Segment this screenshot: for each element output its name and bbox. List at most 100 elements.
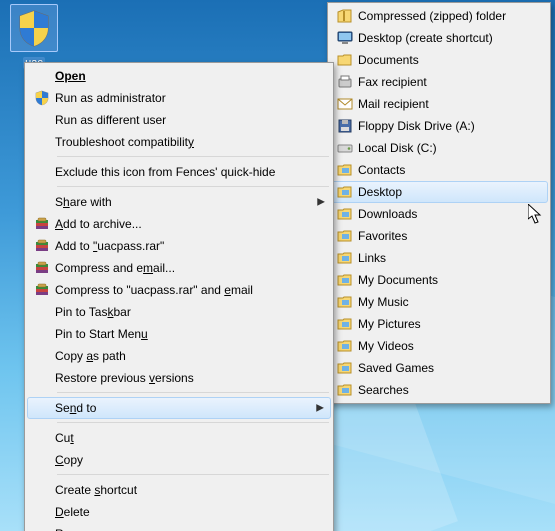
send-to-item-fax-recipient[interactable]: Fax recipient (330, 71, 548, 93)
menu-item-share-with[interactable]: Share with ▶ (27, 191, 331, 213)
send-to-item-downloads[interactable]: Downloads (330, 203, 548, 225)
folder-sp-icon (332, 360, 358, 376)
menu-item-label: Copy as path (55, 349, 313, 363)
floppy-icon (332, 118, 358, 134)
folder-sp-icon (332, 206, 358, 222)
menu-item-label: Compress and email... (55, 261, 313, 275)
menu-item-label: Run as administrator (55, 91, 313, 105)
folder-sp-icon (332, 294, 358, 310)
menu-item-label: Pin to Taskbar (55, 305, 313, 319)
send-to-item-desktop[interactable]: Desktop (330, 181, 548, 203)
send-to-item-label: My Music (358, 295, 530, 309)
desktop-icon (332, 30, 358, 46)
menu-separator (57, 156, 329, 158)
send-to-item-saved-games[interactable]: Saved Games (330, 357, 548, 379)
winrar-icon (34, 260, 50, 276)
folder-sp-icon (332, 272, 358, 288)
menu-item-label: Send to (55, 401, 313, 415)
send-to-item-label: Local Disk (C:) (358, 141, 530, 155)
menu-item-cut[interactable]: Cut (27, 427, 331, 449)
menu-item-pin-start[interactable]: Pin to Start Menu (27, 323, 331, 345)
send-to-item-label: Downloads (358, 207, 530, 221)
menu-item-rename[interactable]: Rename (27, 523, 331, 531)
send-to-item-documents[interactable]: Documents (330, 49, 548, 71)
menu-item-compress-email[interactable]: Compress and email... (27, 257, 331, 279)
menu-item-open[interactable]: Open (27, 65, 331, 87)
send-to-item-favorites[interactable]: Favorites (330, 225, 548, 247)
winrar-icon (34, 282, 50, 298)
send-to-item-label: Desktop (create shortcut) (358, 31, 530, 45)
folder-icon (332, 52, 358, 68)
chevron-right-icon: ▶ (317, 197, 325, 208)
menu-item-exclude-fences[interactable]: Exclude this icon from Fences' quick-hid… (27, 161, 331, 183)
send-to-item-my-videos[interactable]: My Videos (330, 335, 548, 357)
folder-sp-icon (332, 162, 358, 178)
menu-item-label: Open (55, 69, 86, 83)
menu-item-run-as-admin[interactable]: Run as administrator (27, 87, 331, 109)
menu-item-label: Compress to "uacpass.rar" and email (55, 283, 313, 297)
menu-item-label: Add to "uacpass.rar" (55, 239, 313, 253)
shield-icon (34, 90, 50, 106)
send-to-item-floppy-disk-drive-a[interactable]: Floppy Disk Drive (A:) (330, 115, 548, 137)
menu-item-send-to[interactable]: Send to ▶ (27, 397, 331, 419)
menu-item-pin-taskbar[interactable]: Pin to Taskbar (27, 301, 331, 323)
send-to-item-mail-recipient[interactable]: Mail recipient (330, 93, 548, 115)
zip-icon (332, 8, 358, 24)
send-to-item-contacts[interactable]: Contacts (330, 159, 548, 181)
send-to-item-compressed-zipped-folder[interactable]: Compressed (zipped) folder (330, 5, 548, 27)
send-to-item-label: Searches (358, 383, 530, 397)
menu-item-label: Delete (55, 505, 313, 519)
fax-icon (332, 74, 358, 90)
send-to-item-label: Fax recipient (358, 75, 530, 89)
menu-item-compress-rar-email[interactable]: Compress to "uacpass.rar" and email (27, 279, 331, 301)
shield-icon (14, 8, 54, 48)
send-to-item-label: Documents (358, 53, 530, 67)
send-to-item-searches[interactable]: Searches (330, 379, 548, 401)
menu-item-run-as-different-user[interactable]: Run as different user (27, 109, 331, 131)
folder-sp-icon (332, 184, 358, 200)
send-to-item-label: My Videos (358, 339, 530, 353)
menu-item-label: Create shortcut (55, 483, 313, 497)
menu-item-copy[interactable]: Copy (27, 449, 331, 471)
menu-separator (57, 186, 329, 188)
context-menu: Open Run as administrator Run as differe… (24, 62, 334, 531)
send-to-item-label: My Pictures (358, 317, 530, 331)
menu-item-label: Copy (55, 453, 313, 467)
winrar-icon (34, 238, 50, 254)
send-to-item-label: Desktop (358, 185, 530, 199)
folder-sp-icon (332, 250, 358, 266)
menu-item-label: Rename (55, 527, 313, 531)
menu-separator (57, 422, 329, 424)
menu-item-label: Restore previous versions (55, 371, 313, 385)
folder-sp-icon (332, 316, 358, 332)
send-to-item-label: Favorites (358, 229, 530, 243)
desktop-icon-uac[interactable]: uac (4, 4, 64, 69)
send-to-item-my-pictures[interactable]: My Pictures (330, 313, 548, 335)
chevron-right-icon: ▶ (316, 403, 324, 414)
menu-item-troubleshoot[interactable]: Troubleshoot compatibility (27, 131, 331, 153)
send-to-submenu: Compressed (zipped) folder Desktop (creat… (327, 2, 551, 404)
send-to-item-my-music[interactable]: My Music (330, 291, 548, 313)
send-to-item-local-disk-c[interactable]: Local Disk (C:) (330, 137, 548, 159)
menu-item-label: Add to archive... (55, 217, 313, 231)
menu-item-label: Cut (55, 431, 313, 445)
send-to-item-label: Saved Games (358, 361, 530, 375)
desktop-background: uac Compressed (zipped) folder Desktop (c… (0, 0, 555, 531)
menu-item-label: Exclude this icon from Fences' quick-hid… (55, 165, 313, 179)
send-to-item-label: My Documents (358, 273, 530, 287)
send-to-item-links[interactable]: Links (330, 247, 548, 269)
mail-icon (332, 96, 358, 112)
menu-separator (57, 392, 329, 394)
menu-item-delete[interactable]: Delete (27, 501, 331, 523)
menu-item-label: Troubleshoot compatibility (55, 135, 313, 149)
menu-item-add-to-archive[interactable]: Add to archive... (27, 213, 331, 235)
send-to-item-my-documents[interactable]: My Documents (330, 269, 548, 291)
menu-item-add-to-rar[interactable]: Add to "uacpass.rar" (27, 235, 331, 257)
menu-item-restore-versions[interactable]: Restore previous versions (27, 367, 331, 389)
menu-item-create-shortcut[interactable]: Create shortcut (27, 479, 331, 501)
folder-sp-icon (332, 382, 358, 398)
send-to-item-label: Compressed (zipped) folder (358, 9, 530, 23)
menu-item-copy-as-path[interactable]: Copy as path (27, 345, 331, 367)
folder-sp-icon (332, 228, 358, 244)
send-to-item-desktop-create-shortcut[interactable]: Desktop (create shortcut) (330, 27, 548, 49)
